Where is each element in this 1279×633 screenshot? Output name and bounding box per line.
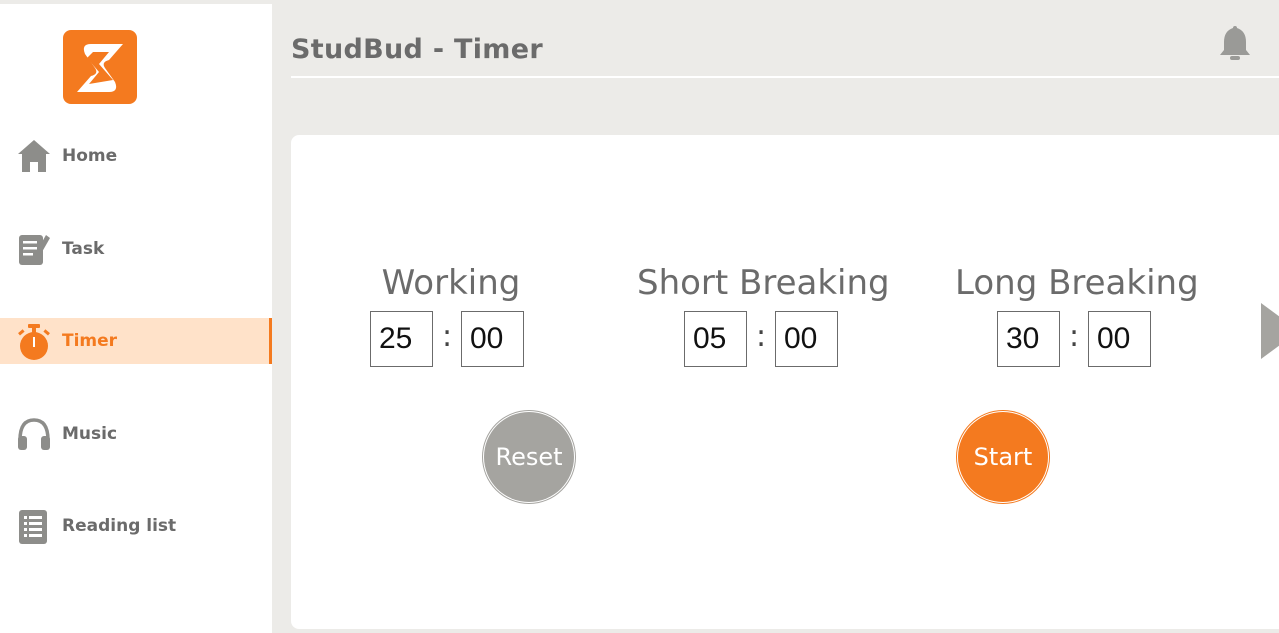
timer-short-break: Short Breaking 05 : 00 [637, 263, 890, 367]
timer-card: Working 25 : 00 Short Breaking 05 : 00 L… [291, 135, 1279, 629]
start-button[interactable]: Start [958, 412, 1048, 502]
sidebar-item-label: Task [62, 239, 105, 259]
bell-icon[interactable] [1216, 22, 1254, 62]
next-arrow-icon[interactable] [1259, 303, 1279, 359]
minutes-input[interactable]: 25 [370, 311, 433, 367]
timer-long-break: Long Breaking 30 : 00 [955, 263, 1199, 367]
timer-label: Short Breaking [637, 263, 890, 303]
sidebar: Home Task Timer Music Reading list [0, 4, 272, 633]
sidebar-item-reading-list[interactable]: Reading list [0, 503, 272, 549]
timer-label: Working [381, 263, 521, 303]
logo-s-icon [77, 44, 123, 92]
time-inputs: 05 : 00 [684, 311, 838, 367]
sidebar-item-label: Music [62, 424, 118, 444]
app-logo[interactable] [63, 30, 137, 104]
minutes-input[interactable]: 05 [684, 311, 747, 367]
time-separator: : [1068, 319, 1080, 354]
time-separator: : [441, 319, 453, 354]
sidebar-item-label: Home [62, 146, 118, 166]
sidebar-item-home[interactable]: Home [0, 133, 272, 179]
app-window: Home Task Timer Music Reading list StudB… [0, 0, 1279, 633]
reset-button[interactable]: Reset [484, 412, 574, 502]
minutes-input[interactable]: 30 [997, 311, 1060, 367]
time-inputs: 30 : 00 [997, 311, 1151, 367]
sidebar-item-task[interactable]: Task [0, 226, 272, 272]
seconds-input[interactable]: 00 [461, 311, 524, 367]
seconds-input[interactable]: 00 [1088, 311, 1151, 367]
headphones-icon [18, 418, 50, 450]
stopwatch-icon [18, 324, 50, 360]
list-icon [19, 510, 47, 544]
sidebar-item-label: Timer [62, 331, 118, 351]
time-separator: : [755, 319, 767, 354]
time-inputs: 25 : 00 [370, 311, 524, 367]
sidebar-item-label: Reading list [62, 516, 177, 536]
task-icon [19, 235, 50, 265]
timer-working: Working 25 : 00 [369, 263, 533, 367]
title-divider [291, 76, 1279, 78]
seconds-input[interactable]: 00 [775, 311, 838, 367]
sidebar-item-timer[interactable]: Timer [0, 318, 272, 364]
timer-label: Long Breaking [955, 263, 1199, 303]
home-icon [18, 140, 50, 172]
page-title: StudBud - Timer [291, 34, 543, 65]
sidebar-item-music[interactable]: Music [0, 411, 272, 457]
main-content: StudBud - Timer Working 25 : 00 Short Br… [272, 4, 1279, 633]
